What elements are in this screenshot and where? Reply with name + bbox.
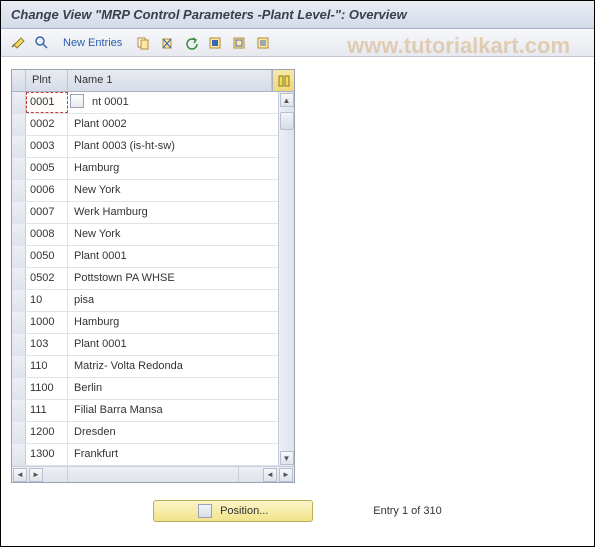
cell-plnt[interactable]: 0006 — [26, 180, 68, 201]
table-row[interactable]: 1200Dresden — [12, 422, 278, 444]
table-row[interactable]: 0002Plant 0002 — [12, 114, 278, 136]
position-button[interactable]: Position... — [153, 500, 313, 522]
col-selector[interactable] — [12, 70, 26, 91]
cell-plnt[interactable]: 0002 — [26, 114, 68, 135]
table-row[interactable]: 0502Pottstown PA WHSE — [12, 268, 278, 290]
entry-counter: Entry 1 of 310 — [373, 505, 442, 517]
vertical-scrollbar[interactable]: ▲ ▼ — [278, 92, 294, 466]
horizontal-scrollbar[interactable]: ◄ ► ◄ ► — [12, 466, 294, 482]
table-row[interactable]: 0050Plant 0001 — [12, 246, 278, 268]
select-all-icon[interactable] — [206, 34, 224, 52]
table-row[interactable]: 111Filial Barra Mansa — [12, 400, 278, 422]
cell-plnt[interactable]: 103 — [26, 334, 68, 355]
table-row[interactable]: 10pisa — [12, 290, 278, 312]
cell-name[interactable]: Pottstown PA WHSE — [68, 268, 278, 289]
cell-plnt[interactable]: 110 — [26, 356, 68, 377]
row-selector[interactable] — [12, 312, 26, 333]
table-row[interactable]: 0005Hamburg — [12, 158, 278, 180]
cell-plnt[interactable]: 0001 — [26, 92, 68, 113]
cell-plnt[interactable]: 1000 — [26, 312, 68, 333]
cell-name[interactable]: Werk Hamburg — [68, 202, 278, 223]
cell-name[interactable]: Dresden — [68, 422, 278, 443]
scroll-down-icon[interactable]: ▼ — [280, 451, 294, 465]
row-selector[interactable] — [12, 180, 26, 201]
row-selector[interactable] — [12, 268, 26, 289]
position-label: Position... — [220, 505, 268, 517]
plant-table: Plnt Name 1 0001nt 00010002Plant 0002000… — [11, 69, 295, 483]
cell-name[interactable]: Plant 0002 — [68, 114, 278, 135]
cell-name[interactable]: Plant 0001 — [68, 246, 278, 267]
row-selector[interactable] — [12, 114, 26, 135]
table-row[interactable]: 0006New York — [12, 180, 278, 202]
scroll-left-icon[interactable]: ◄ — [13, 468, 27, 482]
row-selector[interactable] — [12, 158, 26, 179]
table-row[interactable]: 1100Berlin — [12, 378, 278, 400]
cell-name[interactable]: New York — [68, 224, 278, 245]
cell-name[interactable]: Plant 0001 — [68, 334, 278, 355]
cell-plnt[interactable]: 0008 — [26, 224, 68, 245]
cell-name[interactable]: Matriz- Volta Redonda — [68, 356, 278, 377]
value-help-icon[interactable] — [70, 94, 84, 108]
row-selector[interactable] — [12, 290, 26, 311]
cell-plnt[interactable]: 0502 — [26, 268, 68, 289]
row-selector[interactable] — [12, 378, 26, 399]
other-view-icon[interactable] — [33, 34, 51, 52]
table-header: Plnt Name 1 — [12, 70, 294, 92]
cell-name[interactable]: Berlin — [68, 378, 278, 399]
row-selector[interactable] — [12, 202, 26, 223]
scroll-up-icon[interactable]: ▲ — [280, 93, 294, 107]
cell-plnt[interactable]: 1100 — [26, 378, 68, 399]
table-row[interactable]: 1000Hamburg — [12, 312, 278, 334]
delete-icon[interactable] — [158, 34, 176, 52]
scroll-left-icon-2[interactable]: ◄ — [263, 468, 277, 482]
row-selector[interactable] — [12, 422, 26, 443]
cell-name[interactable]: pisa — [68, 290, 278, 311]
cell-name[interactable]: Plant 0003 (is-ht-sw) — [68, 136, 278, 157]
cell-name[interactable]: Filial Barra Mansa — [68, 400, 278, 421]
cell-plnt[interactable]: 1300 — [26, 444, 68, 465]
cell-name[interactable]: Hamburg — [68, 158, 278, 179]
cell-plnt[interactable]: 111 — [26, 400, 68, 421]
cell-name[interactable]: New York — [68, 180, 278, 201]
table-row[interactable]: 0003Plant 0003 (is-ht-sw) — [12, 136, 278, 158]
row-selector[interactable] — [12, 356, 26, 377]
table-row[interactable]: 110Matriz- Volta Redonda — [12, 356, 278, 378]
row-selector[interactable] — [12, 444, 26, 465]
col-name[interactable]: Name 1 — [68, 70, 272, 91]
row-selector[interactable] — [12, 92, 26, 113]
row-selector[interactable] — [12, 334, 26, 355]
page-title: Change View "MRP Control Parameters -Pla… — [1, 1, 594, 29]
scroll-right-icon[interactable]: ► — [29, 468, 43, 482]
scroll-thumb[interactable] — [280, 112, 294, 130]
toggle-display-icon[interactable] — [9, 34, 27, 52]
deselect-all-icon[interactable] — [230, 34, 248, 52]
print-icon[interactable] — [254, 34, 272, 52]
cell-name[interactable]: Frankfurt — [68, 444, 278, 465]
configure-columns-icon[interactable] — [272, 70, 294, 91]
cell-plnt[interactable]: 1200 — [26, 422, 68, 443]
table-row[interactable]: 0007Werk Hamburg — [12, 202, 278, 224]
toolbar: New Entries — [1, 29, 594, 57]
new-entries-button[interactable]: New Entries — [57, 37, 128, 49]
row-selector[interactable] — [12, 246, 26, 267]
row-selector[interactable] — [12, 136, 26, 157]
cell-name[interactable]: Hamburg — [68, 312, 278, 333]
table-row[interactable]: 1300Frankfurt — [12, 444, 278, 466]
undo-icon[interactable] — [182, 34, 200, 52]
position-icon — [198, 504, 212, 518]
row-selector[interactable] — [12, 224, 26, 245]
table-row[interactable]: 0008New York — [12, 224, 278, 246]
scroll-right-icon-2[interactable]: ► — [279, 468, 293, 482]
cell-name[interactable]: nt 0001 — [68, 92, 278, 113]
col-plnt[interactable]: Plnt — [26, 70, 68, 91]
cell-plnt[interactable]: 10 — [26, 290, 68, 311]
cell-plnt[interactable]: 0005 — [26, 158, 68, 179]
copy-icon[interactable] — [134, 34, 152, 52]
table-row[interactable]: 103Plant 0001 — [12, 334, 278, 356]
cell-plnt[interactable]: 0050 — [26, 246, 68, 267]
row-selector[interactable] — [12, 400, 26, 421]
table-row[interactable]: 0001nt 0001 — [12, 92, 278, 114]
cell-plnt[interactable]: 0003 — [26, 136, 68, 157]
cell-plnt[interactable]: 0007 — [26, 202, 68, 223]
